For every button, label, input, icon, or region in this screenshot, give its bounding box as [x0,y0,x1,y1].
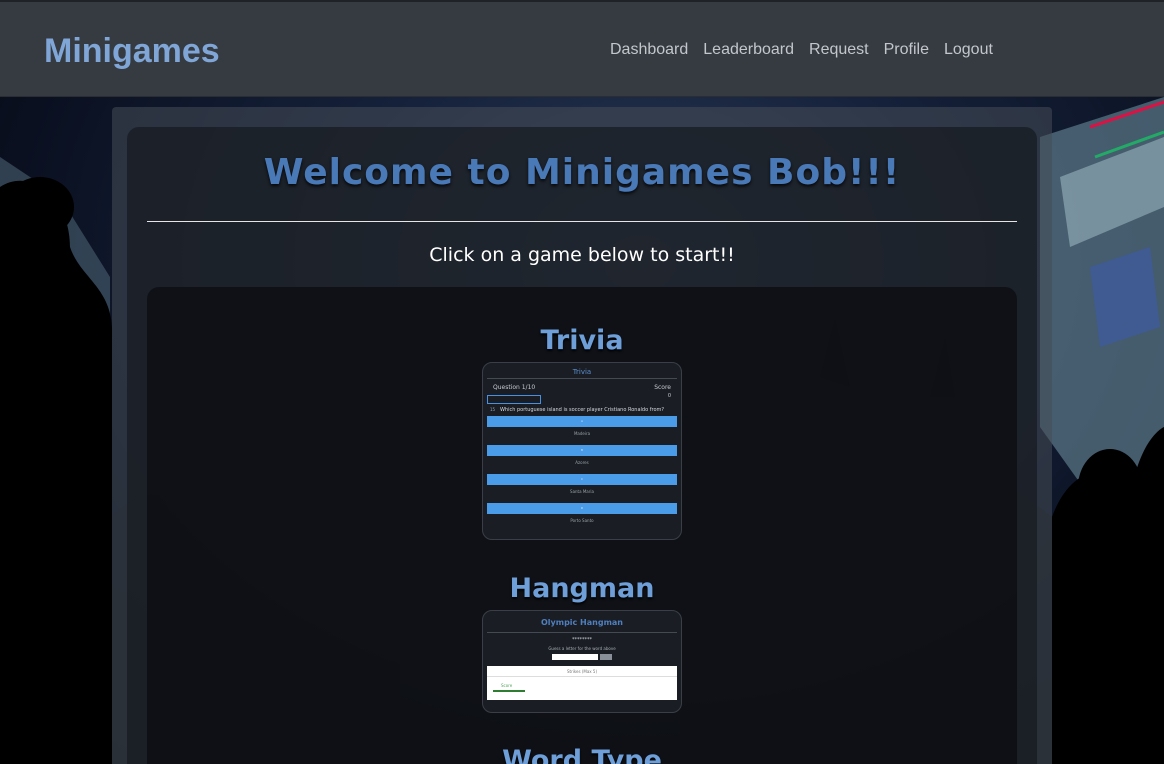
trivia-timer-row: 15 0 [483,393,681,412]
trivia-answer-key-c: C [580,477,584,481]
nav-link-profile[interactable]: Profile [884,41,929,59]
trivia-answer-key-a: A [580,419,584,423]
hangman-preview-header: Olympic Hangman [540,618,624,627]
instruction-text: Click on a game below to start!! [429,244,735,266]
trivia-score-label: Score [654,384,671,391]
trivia-answer-label-d: Porto Santo [570,518,594,523]
divider [147,221,1017,222]
nav-link-dashboard[interactable]: Dashboard [610,41,688,59]
welcome-heading: Welcome to Minigames Bob!!! [263,152,901,193]
brand-logo-link[interactable]: Minigames [44,32,220,71]
trivia-timer-bar: 15 [487,395,541,412]
hangman-hint-text: Guess a letter for the word above [548,646,616,651]
hangman-score-bar [493,690,525,692]
navbar: Minigames Dashboard Leaderboard Request … [0,0,1164,97]
hangman-input-row [483,654,681,660]
trivia-answer-label-c: Santa Maria [570,489,594,494]
trivia-game-thumbnail[interactable]: Trivia Question 1/10 Score 15 0 Which po… [482,362,682,540]
trivia-answer-button-a: A [487,416,677,427]
game-title-word-type: Word Type [502,745,662,764]
trivia-question-counter: Question 1/10 [493,384,536,391]
trivia-answer-button-d: D [487,503,677,514]
trivia-answer-button-b: B [487,445,677,456]
trivia-preview-status-row: Question 1/10 Score [483,379,681,393]
hangman-game-thumbnail[interactable]: Olympic Hangman ******** Guess a letter … [482,610,682,713]
nav-link-leaderboard[interactable]: Leaderboard [703,41,794,59]
nav-link-request[interactable]: Request [809,41,869,59]
trivia-answer-button-c: C [487,474,677,485]
hangman-strikes-divider [487,676,677,677]
nav-link-logout[interactable]: Logout [944,41,993,59]
hangman-score-label: Score [501,683,513,688]
game-title-trivia: Trivia [540,325,624,356]
hangman-letter-input [552,654,598,660]
trivia-score-value: 0 [667,393,671,399]
trivia-question-text: Which portuguese island is soccer player… [499,407,665,413]
trivia-answer-label-b: Azores [575,460,589,465]
trivia-timer-value: 15 [490,407,496,412]
hangman-strikes-box: Strikes (Max 5) Score [487,666,677,700]
game-title-hangman: Hangman [509,573,655,604]
trivia-answer-label-a: Madeira [573,431,591,436]
hangman-guess-button [600,654,612,660]
nav-links: Dashboard Leaderboard Request Profile Lo… [610,41,993,59]
hangman-preview-divider [487,632,677,633]
hangman-strikes-title: Strikes (Max 5) [566,669,598,674]
hangman-masked-word: ******** [572,637,592,643]
trivia-preview-header: Trivia [572,368,592,376]
trivia-answer-key-b: B [580,448,584,452]
trivia-answer-key-d: D [580,506,584,510]
